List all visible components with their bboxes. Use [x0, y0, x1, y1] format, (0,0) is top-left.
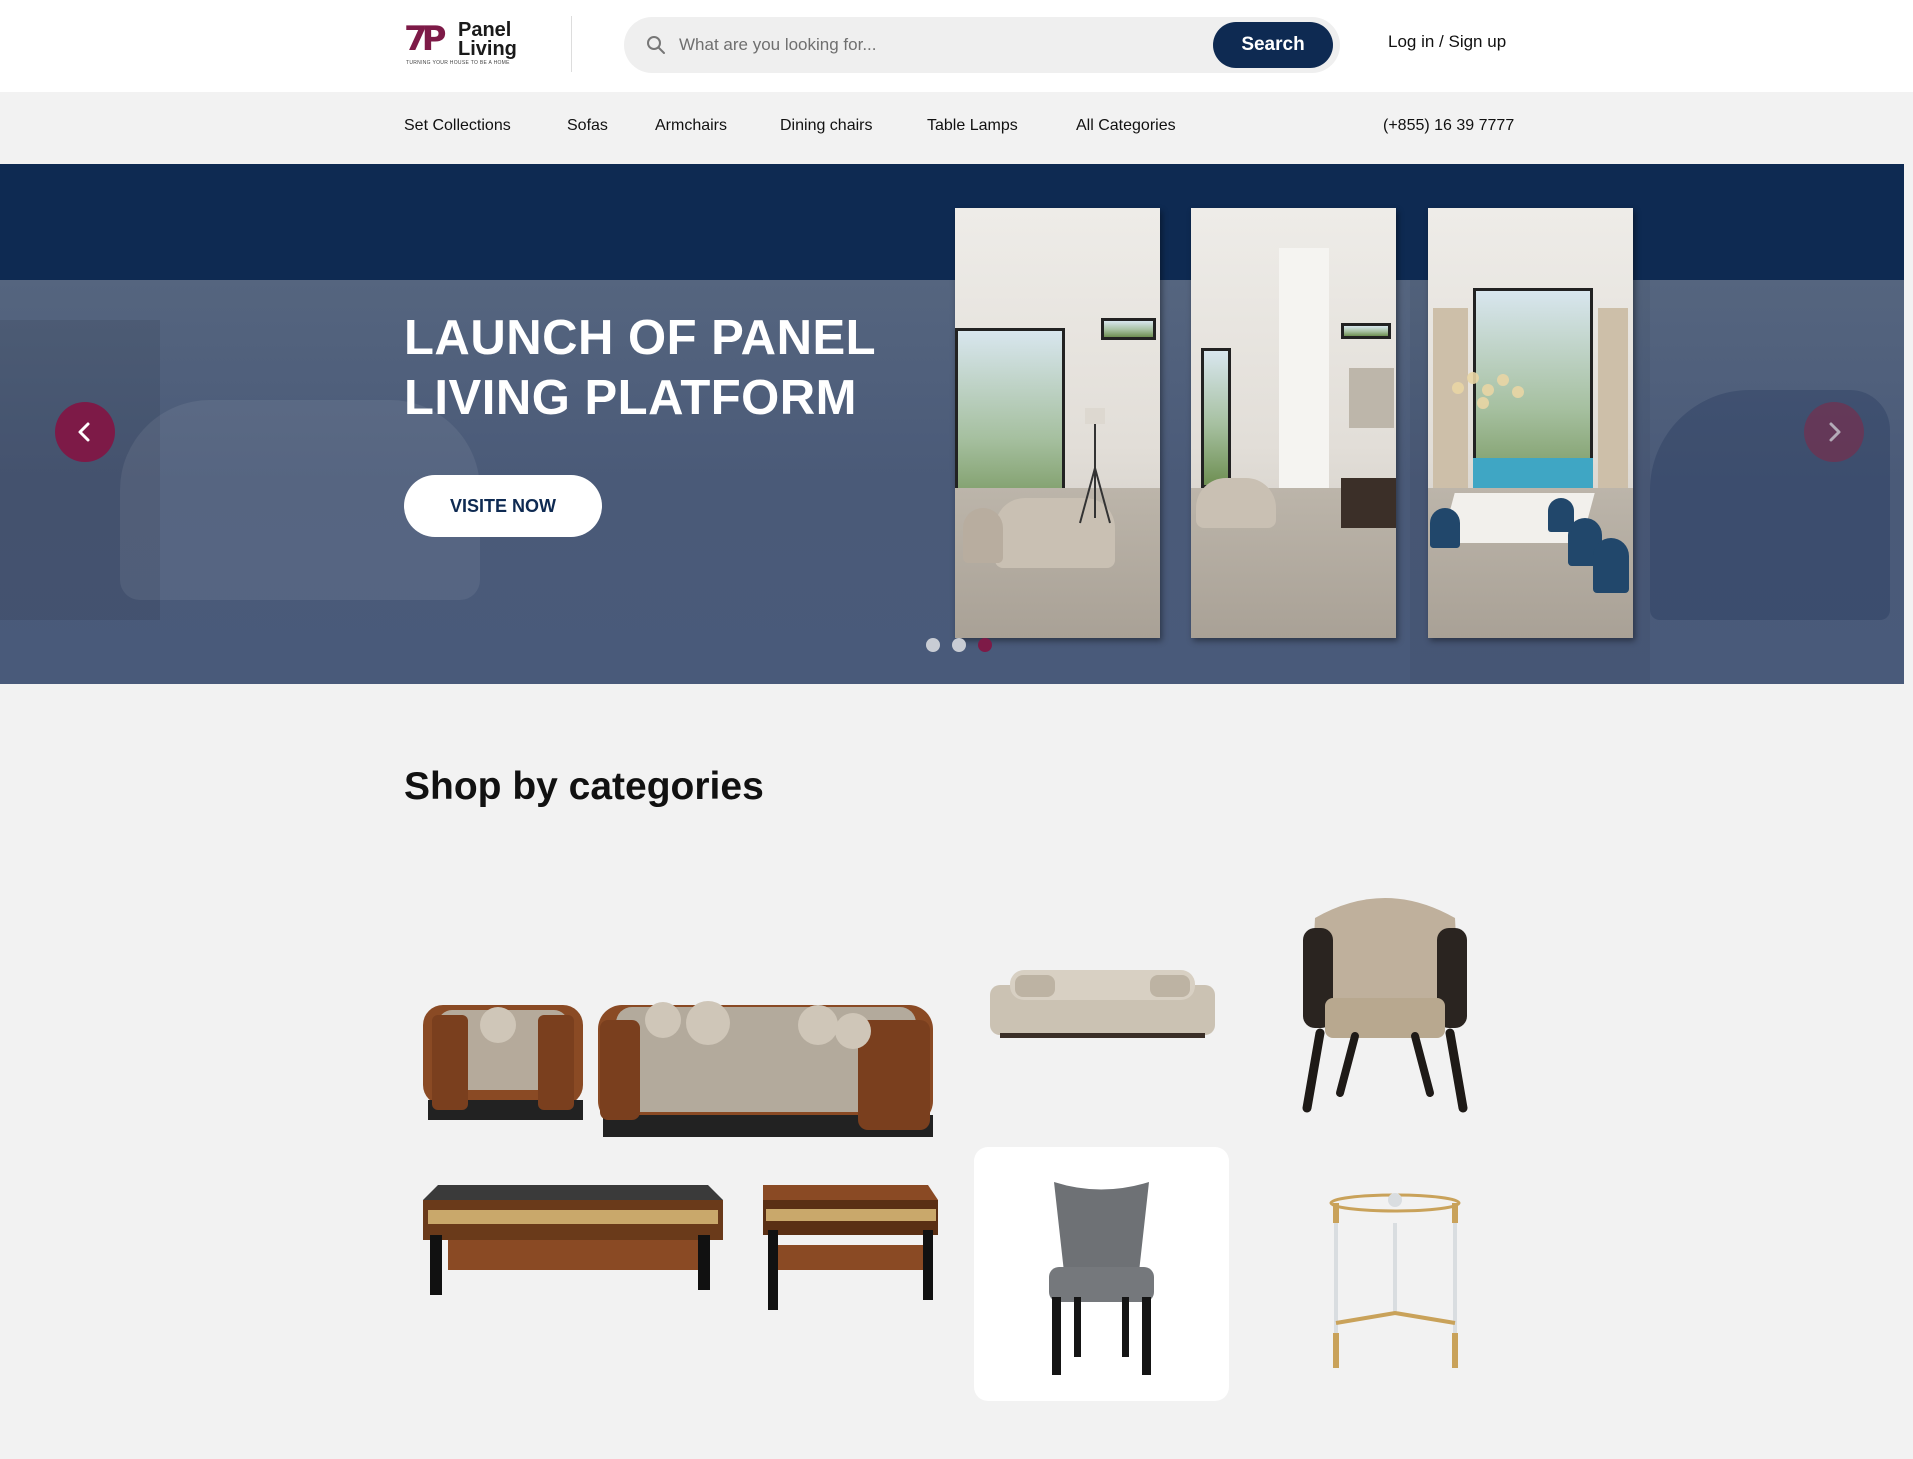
- side-table-image: [1329, 1193, 1461, 1368]
- hero-panel-hallway: [1191, 208, 1396, 638]
- brand-logo[interactable]: 7P Panel Living TURNING YOUR HOUSE TO BE…: [404, 20, 524, 70]
- carousel-dot-1[interactable]: [926, 638, 940, 652]
- shop-by-categories-title: Shop by categories: [404, 765, 764, 808]
- logo-word-living: Living: [458, 38, 517, 60]
- chevron-left-icon: [78, 422, 90, 442]
- armchair-image: [1302, 898, 1468, 1113]
- category-dining-chair[interactable]: [974, 1147, 1229, 1401]
- visit-now-button[interactable]: VISITE NOW: [404, 475, 602, 537]
- search-input[interactable]: [679, 31, 1279, 59]
- carousel-pagination: [926, 638, 996, 654]
- login-signup-link[interactable]: Log in / Sign up: [1388, 32, 1506, 52]
- search-button[interactable]: Search: [1213, 22, 1333, 68]
- logo-word-panel: Panel: [458, 19, 512, 41]
- carousel-next-button[interactable]: [1804, 402, 1864, 462]
- dining-chair-image: [1049, 1182, 1154, 1375]
- category-set-collection[interactable]: [418, 985, 938, 1345]
- set-collection-image: [423, 1001, 938, 1310]
- header-divider: [571, 16, 572, 72]
- logo-tagline: TURNING YOUR HOUSE TO BE A HOME: [406, 60, 510, 66]
- logo-mark: 7P: [404, 19, 447, 59]
- carousel-dot-2[interactable]: [952, 638, 966, 652]
- category-nav: Set Collections Sofas Armchairs Dining c…: [0, 92, 1913, 164]
- nav-item-dining-chairs[interactable]: Dining chairs: [780, 117, 872, 135]
- carousel-dot-3[interactable]: [978, 638, 992, 652]
- phone-number[interactable]: (+855) 16 39 7777: [1383, 117, 1514, 135]
- category-armchair[interactable]: [1295, 888, 1475, 1113]
- search-bar: Search: [624, 17, 1340, 73]
- nav-item-table-lamps[interactable]: Table Lamps: [927, 117, 1018, 135]
- hero-panel-dining-room: [1428, 208, 1633, 638]
- site-header: 7P Panel Living TURNING YOUR HOUSE TO BE…: [0, 0, 1913, 92]
- nav-item-all-categories[interactable]: All Categories: [1076, 117, 1176, 135]
- search-icon: [646, 35, 666, 55]
- chevron-right-icon: [1829, 422, 1841, 442]
- carousel-prev-button[interactable]: [55, 402, 115, 462]
- category-side-table[interactable]: [1328, 1188, 1463, 1373]
- hero-panel-living-room: [955, 208, 1160, 638]
- category-sofa[interactable]: [990, 965, 1215, 1045]
- sofa-image: [990, 970, 1215, 1038]
- hero-carousel: LAUNCH OF PANEL LIVING PLATFORM VISITE N…: [0, 164, 1904, 684]
- nav-item-set-collections[interactable]: Set Collections: [404, 117, 511, 135]
- hero-title: LAUNCH OF PANEL LIVING PLATFORM: [404, 311, 876, 425]
- nav-item-armchairs[interactable]: Armchairs: [655, 117, 727, 135]
- nav-item-sofas[interactable]: Sofas: [567, 117, 608, 135]
